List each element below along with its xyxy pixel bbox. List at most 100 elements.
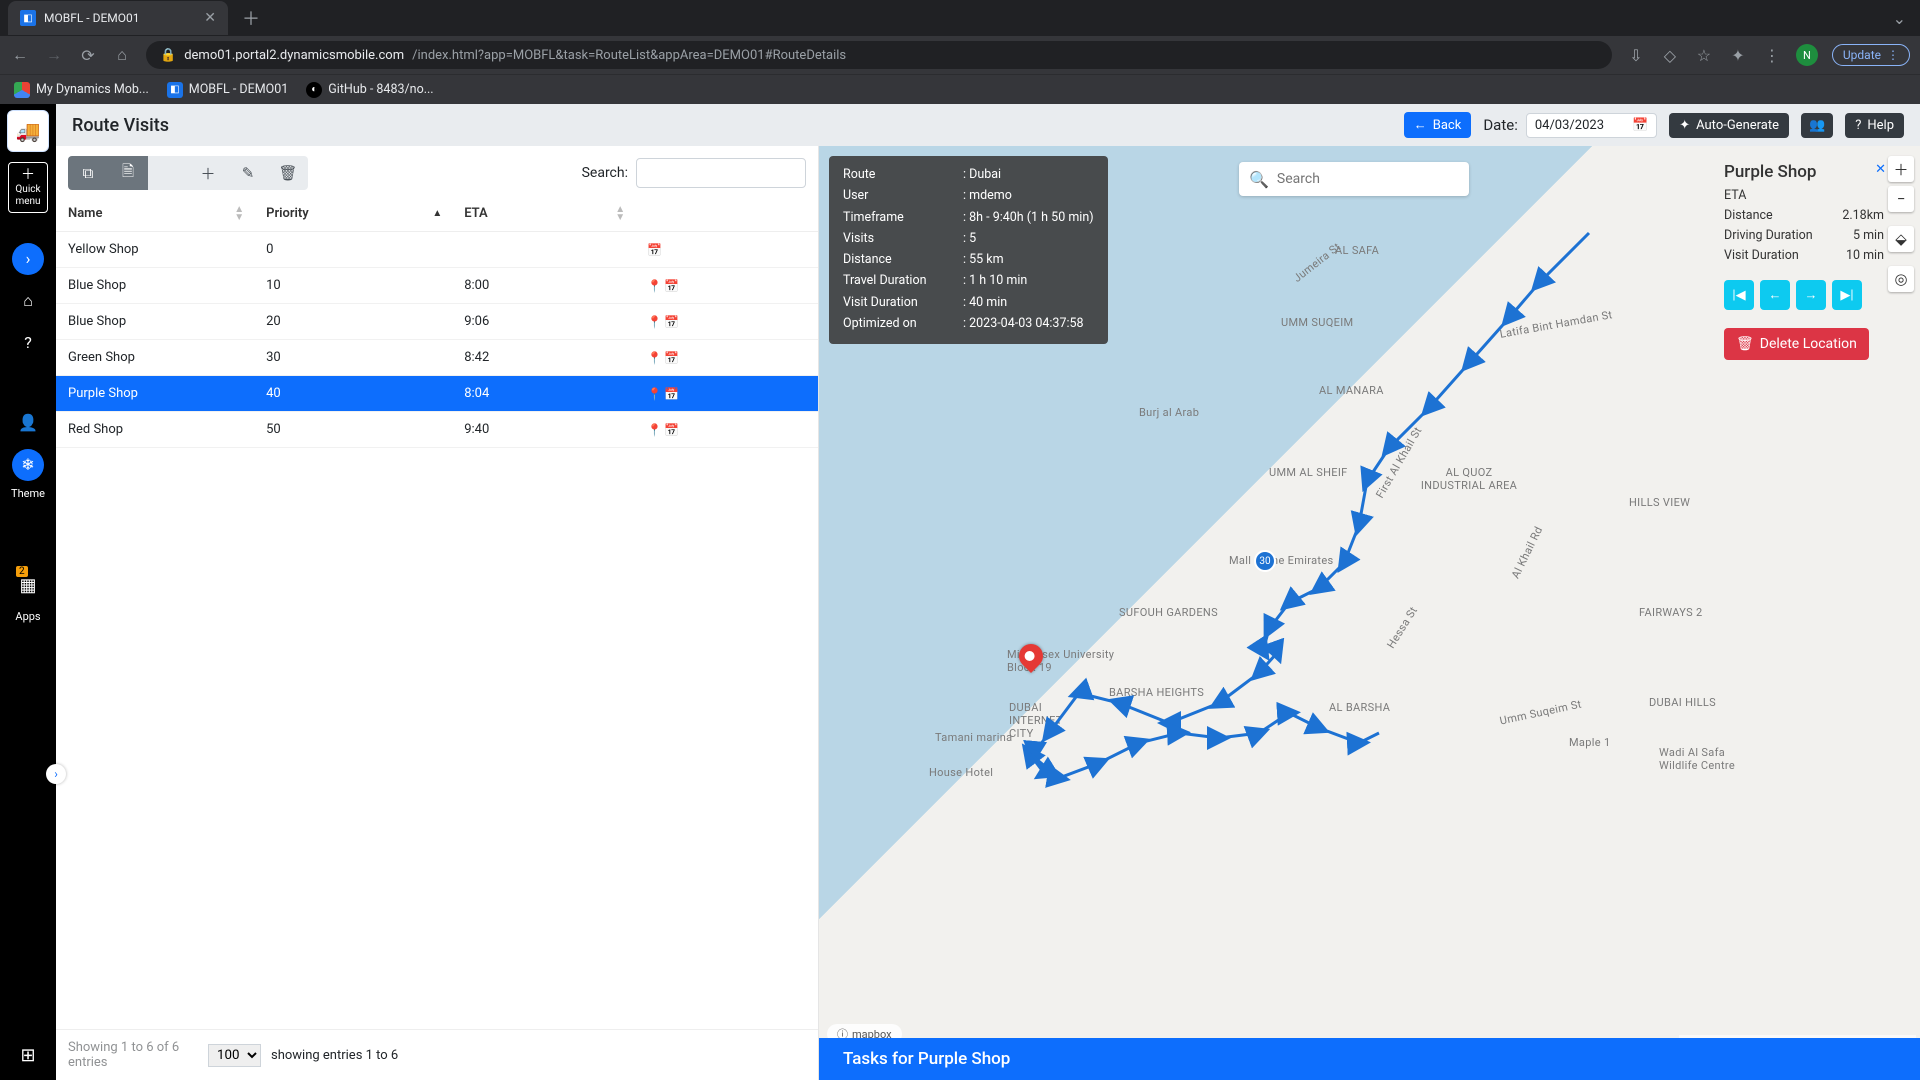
- bookmark-item[interactable]: ◐GitHub - 8483/no...: [306, 82, 433, 98]
- cell-eta: 8:04: [452, 376, 635, 412]
- page-size-select[interactable]: 100: [208, 1044, 261, 1067]
- add-button[interactable]: ＋: [188, 156, 228, 190]
- browser-tab[interactable]: ◧ MOBFL - DEMO01 ✕: [8, 1, 228, 35]
- table-row[interactable]: Yellow Shop0📅: [56, 232, 818, 268]
- os-apps-icon[interactable]: ⊞: [20, 1037, 35, 1080]
- bookmark-page-icon[interactable]: ◇: [1660, 46, 1680, 65]
- info-title: Purple Shop: [1724, 162, 1884, 182]
- page-title: Route Visits: [72, 115, 169, 136]
- users-button[interactable]: 👥: [1801, 113, 1833, 138]
- table-row[interactable]: Blue Shop209:06📍📅: [56, 304, 818, 340]
- nav-first-button[interactable]: |◀: [1724, 280, 1754, 310]
- export-button[interactable]: 🗎: [108, 156, 148, 190]
- help-button[interactable]: ? Help: [1845, 113, 1904, 138]
- table-row[interactable]: Green Shop308:42📍📅: [56, 340, 818, 376]
- info-row: ETA: [1724, 186, 1884, 206]
- back-button[interactable]: ← Back: [1404, 112, 1472, 138]
- table-row[interactable]: Purple Shop408:04📍📅: [56, 376, 818, 412]
- copy-button[interactable]: ⧉: [68, 156, 108, 190]
- menu-icon[interactable]: ⋮: [1762, 46, 1782, 65]
- cell-actions: 📍📅: [635, 304, 818, 340]
- zoom-out-button[interactable]: −: [1888, 186, 1914, 212]
- col-eta[interactable]: ETA▲▼: [452, 196, 635, 232]
- col-name[interactable]: Name▲▼: [56, 196, 254, 232]
- map-search[interactable]: 🔍: [1239, 162, 1469, 196]
- route-summary: Route: DubaiUser: mdemoTimeframe: 8h - 9…: [829, 156, 1108, 344]
- cell-name: Blue Shop: [56, 268, 254, 304]
- delete-location-button[interactable]: 🗑 Delete Location: [1724, 328, 1869, 360]
- close-panel-button[interactable]: ✕: [1875, 162, 1886, 177]
- table-row[interactable]: Blue Shop108:00📍📅: [56, 268, 818, 304]
- cell-priority: 10: [254, 268, 452, 304]
- extensions-icon[interactable]: ✦: [1728, 46, 1748, 65]
- reload-icon[interactable]: ⟳: [78, 46, 98, 65]
- table-row[interactable]: Red Shop509:40📍📅: [56, 412, 818, 448]
- sidebar-home-icon[interactable]: ⌂: [12, 285, 44, 317]
- update-button[interactable]: Update⋮: [1832, 44, 1910, 66]
- tasks-bar[interactable]: Tasks for Purple Shop: [819, 1038, 1920, 1080]
- visits-panel: ⧉ 🗎 ＋ ✎ 🗑 Search: Name▲▼ Priority▲: [56, 146, 819, 1080]
- theme-label: Theme: [11, 487, 45, 500]
- visits-table: Name▲▼ Priority▲ ETA▲▼ Yellow Shop0📅Blue…: [56, 196, 818, 448]
- cell-priority: 40: [254, 376, 452, 412]
- auto-generate-button[interactable]: ✦ Auto-Generate: [1669, 113, 1789, 138]
- sidebar-help-icon[interactable]: ?: [12, 327, 44, 359]
- nav-back-icon[interactable]: ←: [10, 45, 30, 65]
- map-marker-badge[interactable]: 30: [1254, 550, 1276, 572]
- nav-last-button[interactable]: ▶|: [1832, 280, 1862, 310]
- page-topbar: Route Visits ← Back Date: 04/03/2023 📅 ✦…: [56, 104, 1920, 146]
- cell-eta: 8:42: [452, 340, 635, 376]
- cell-eta: 9:40: [452, 412, 635, 448]
- star-icon[interactable]: ☆: [1694, 46, 1714, 65]
- cell-eta: 8:00: [452, 268, 635, 304]
- delete-button[interactable]: 🗑: [268, 156, 308, 190]
- app-logo[interactable]: 🚚: [7, 110, 49, 152]
- address-bar[interactable]: 🔒 demo01.portal2.dynamicsmobile.com/inde…: [146, 41, 1612, 69]
- sidebar-user-icon[interactable]: 👤: [12, 407, 44, 439]
- nav-next-button[interactable]: →: [1796, 280, 1826, 310]
- bookmark-item[interactable]: My Dynamics Mob...: [14, 82, 149, 98]
- cell-actions: 📍📅: [635, 268, 818, 304]
- install-app-icon[interactable]: ⇩: [1626, 46, 1646, 65]
- new-tab-button[interactable]: ＋: [236, 5, 266, 31]
- edit-button[interactable]: ✎: [228, 156, 268, 190]
- info-row: Driving Duration5 min: [1724, 226, 1884, 246]
- cell-name: Green Shop: [56, 340, 254, 376]
- cell-priority: 20: [254, 304, 452, 340]
- location-info-panel: ✕ Purple Shop ETADistance2.18kmDriving D…: [1724, 162, 1884, 360]
- sidebar-apps-icon[interactable]: 2 ▦: [12, 570, 44, 602]
- bookmarks-bar: My Dynamics Mob... ◧MOBFL - DEMO01 ◐GitH…: [0, 74, 1920, 104]
- cell-priority: 30: [254, 340, 452, 376]
- sidebar-item[interactable]: ›: [12, 243, 44, 275]
- profile-avatar[interactable]: N: [1796, 44, 1818, 66]
- date-input[interactable]: 04/03/2023 📅: [1526, 113, 1657, 138]
- close-icon[interactable]: ✕: [204, 10, 216, 26]
- nav-forward-icon: →: [44, 45, 64, 65]
- cell-eta: 9:06: [452, 304, 635, 340]
- tabs-overflow-icon[interactable]: ⌄: [1893, 9, 1920, 28]
- col-priority[interactable]: Priority▲: [254, 196, 452, 232]
- sidebar-theme-icon[interactable]: ❄: [12, 449, 44, 481]
- map-search-input[interactable]: [1277, 171, 1459, 187]
- spacer-button: [148, 156, 188, 190]
- arrow-left-icon: ←: [1414, 117, 1427, 133]
- cell-name: Yellow Shop: [56, 232, 254, 268]
- cell-priority: 50: [254, 412, 452, 448]
- locate-button[interactable]: ◎: [1888, 266, 1914, 292]
- quick-menu-button[interactable]: ＋ Quick menu: [8, 162, 48, 213]
- nav-prev-button[interactable]: ←: [1760, 280, 1790, 310]
- cell-priority: 0: [254, 232, 452, 268]
- home-icon[interactable]: ⌂: [112, 45, 132, 65]
- help-icon: ?: [1855, 118, 1861, 133]
- zoom-in-button[interactable]: ＋: [1888, 156, 1914, 182]
- tab-favicon: ◧: [20, 10, 36, 26]
- lock-icon: 🔒: [160, 48, 176, 63]
- users-icon: 👥: [1809, 118, 1825, 133]
- expand-sidebar-button[interactable]: ›: [46, 764, 66, 784]
- search-input[interactable]: [636, 158, 806, 188]
- info-row: Distance2.18km: [1724, 206, 1884, 226]
- wand-icon: ✦: [1679, 118, 1690, 133]
- compass-button[interactable]: ⬙: [1888, 226, 1914, 252]
- map-panel[interactable]: AL SAFA UMM SUQEIM AL MANARA UMM AL SHEI…: [819, 146, 1920, 1080]
- bookmark-item[interactable]: ◧MOBFL - DEMO01: [167, 82, 288, 98]
